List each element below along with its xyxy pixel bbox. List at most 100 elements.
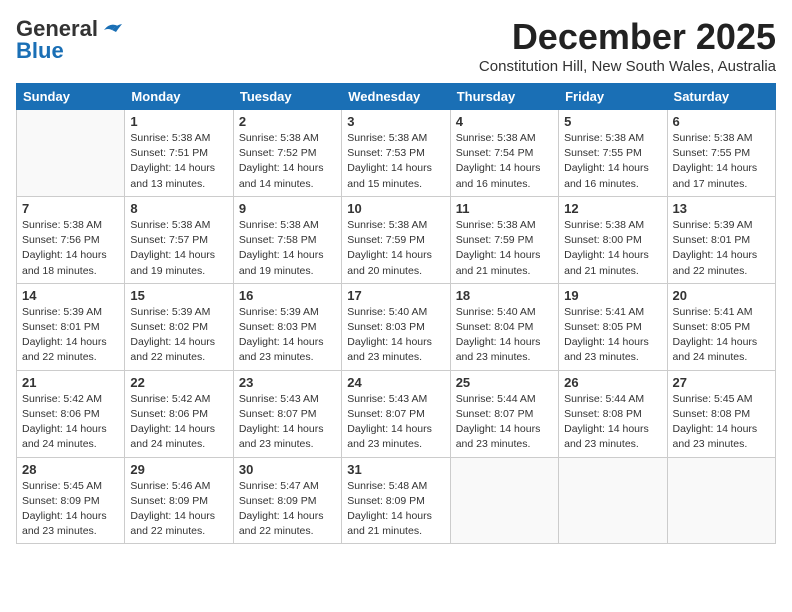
calendar-cell: 31Sunrise: 5:48 AMSunset: 8:09 PMDayligh…	[342, 457, 450, 544]
cell-info: Sunrise: 5:42 AMSunset: 8:06 PMDaylight:…	[22, 392, 119, 453]
cell-info: Sunrise: 5:47 AMSunset: 8:09 PMDaylight:…	[239, 479, 336, 540]
day-number: 9	[239, 201, 336, 216]
logo-bird-icon	[100, 22, 122, 38]
calendar-cell: 17 Sunrise: 5:40 AMSunset: 8:03 PMDayligh…	[342, 283, 450, 370]
day-number: 14	[22, 288, 119, 303]
cell-info: Sunrise: 5:41 AMSunset: 8:05 PMDaylight:…	[564, 305, 661, 366]
day-number: 15	[130, 288, 227, 303]
cell-info: Sunrise: 5:41 AMSunset: 8:05 PMDaylight:…	[673, 305, 770, 366]
day-number: 20	[673, 288, 770, 303]
calendar-cell: 19 Sunrise: 5:41 AMSunset: 8:05 PMDayligh…	[559, 283, 667, 370]
logo: General Blue	[16, 16, 122, 64]
calendar-cell: 24 Sunrise: 5:43 AMSunset: 8:07 PMDayligh…	[342, 370, 450, 457]
calendar-cell: 10 Sunrise: 5:38 AMSunset: 7:59 PMDayligh…	[342, 196, 450, 283]
day-number: 24	[347, 375, 444, 390]
logo-blue-text: Blue	[16, 38, 64, 64]
calendar-week-row: 28 Sunrise: 5:45 AMSunset: 8:09 PMDayligh…	[17, 457, 776, 544]
cell-info: Sunrise: 5:38 AMSunset: 7:55 PMDaylight:…	[673, 131, 770, 192]
calendar-cell: 16 Sunrise: 5:39 AMSunset: 8:03 PMDayligh…	[233, 283, 341, 370]
cell-info: Sunrise: 5:44 AMSunset: 8:08 PMDaylight:…	[564, 392, 661, 453]
day-number: 10	[347, 201, 444, 216]
month-title: December 2025	[479, 16, 776, 58]
day-number: 19	[564, 288, 661, 303]
calendar-cell: 5 Sunrise: 5:38 AMSunset: 7:55 PMDaylight…	[559, 110, 667, 197]
calendar-cell: 27Sunrise: 5:45 AMSunset: 8:08 PMDayligh…	[667, 370, 775, 457]
calendar-cell: 22 Sunrise: 5:42 AMSunset: 8:06 PMDayligh…	[125, 370, 233, 457]
title-block: December 2025 Constitution Hill, New Sou…	[479, 16, 776, 75]
calendar-cell: 13 Sunrise: 5:39 AMSunset: 8:01 PMDayligh…	[667, 196, 775, 283]
calendar-cell: 28 Sunrise: 5:45 AMSunset: 8:09 PMDayligh…	[17, 457, 125, 544]
calendar-cell: 25 Sunrise: 5:44 AMSunset: 8:07 PMDayligh…	[450, 370, 558, 457]
cell-info: Sunrise: 5:42 AMSunset: 8:06 PMDaylight:…	[130, 392, 227, 453]
calendar-week-row: 1Sunrise: 5:38 AMSunset: 7:51 PMDaylight…	[17, 110, 776, 197]
calendar-cell	[450, 457, 558, 544]
day-number: 8	[130, 201, 227, 216]
calendar-cell: 11Sunrise: 5:38 AMSunset: 7:59 PMDayligh…	[450, 196, 558, 283]
cell-info: Sunrise: 5:39 AMSunset: 8:01 PMDaylight:…	[22, 305, 119, 366]
calendar-cell: 15 Sunrise: 5:39 AMSunset: 8:02 PMDayligh…	[125, 283, 233, 370]
day-number: 17	[347, 288, 444, 303]
day-number: 16	[239, 288, 336, 303]
cell-info: Sunrise: 5:40 AMSunset: 8:03 PMDaylight:…	[347, 305, 444, 366]
calendar-cell	[559, 457, 667, 544]
location-text: Constitution Hill, New South Wales, Aust…	[479, 58, 776, 75]
day-number: 22	[130, 375, 227, 390]
page-header: General Blue December 2025 Constitution …	[16, 16, 776, 75]
calendar-week-row: 21 Sunrise: 5:42 AMSunset: 8:06 PMDayligh…	[17, 370, 776, 457]
calendar-cell: 18Sunrise: 5:40 AMSunset: 8:04 PMDayligh…	[450, 283, 558, 370]
day-number: 4	[456, 114, 553, 129]
calendar-table: SundayMondayTuesdayWednesdayThursdayFrid…	[16, 83, 776, 544]
cell-info: Sunrise: 5:44 AMSunset: 8:07 PMDaylight:…	[456, 392, 553, 453]
cell-info: Sunrise: 5:43 AMSunset: 8:07 PMDaylight:…	[347, 392, 444, 453]
calendar-cell: 20 Sunrise: 5:41 AMSunset: 8:05 PMDayligh…	[667, 283, 775, 370]
calendar-cell: 7 Sunrise: 5:38 AMSunset: 7:56 PMDaylight…	[17, 196, 125, 283]
calendar-cell: 21 Sunrise: 5:42 AMSunset: 8:06 PMDayligh…	[17, 370, 125, 457]
cell-info: Sunrise: 5:38 AMSunset: 7:56 PMDaylight:…	[22, 218, 119, 279]
day-number: 13	[673, 201, 770, 216]
calendar-week-row: 7 Sunrise: 5:38 AMSunset: 7:56 PMDaylight…	[17, 196, 776, 283]
header-day-friday: Friday	[559, 84, 667, 110]
cell-info: Sunrise: 5:45 AMSunset: 8:08 PMDaylight:…	[673, 392, 770, 453]
cell-info: Sunrise: 5:39 AMSunset: 8:01 PMDaylight:…	[673, 218, 770, 279]
calendar-cell: 4Sunrise: 5:38 AMSunset: 7:54 PMDaylight…	[450, 110, 558, 197]
header-day-thursday: Thursday	[450, 84, 558, 110]
day-number: 21	[22, 375, 119, 390]
day-number: 3	[347, 114, 444, 129]
cell-info: Sunrise: 5:38 AMSunset: 7:55 PMDaylight:…	[564, 131, 661, 192]
cell-info: Sunrise: 5:39 AMSunset: 8:03 PMDaylight:…	[239, 305, 336, 366]
day-number: 28	[22, 462, 119, 477]
cell-info: Sunrise: 5:46 AMSunset: 8:09 PMDaylight:…	[130, 479, 227, 540]
header-day-saturday: Saturday	[667, 84, 775, 110]
calendar-cell: 2 Sunrise: 5:38 AMSunset: 7:52 PMDaylight…	[233, 110, 341, 197]
header-day-wednesday: Wednesday	[342, 84, 450, 110]
header-day-tuesday: Tuesday	[233, 84, 341, 110]
calendar-cell: 3 Sunrise: 5:38 AMSunset: 7:53 PMDaylight…	[342, 110, 450, 197]
calendar-cell: 30 Sunrise: 5:47 AMSunset: 8:09 PMDayligh…	[233, 457, 341, 544]
calendar-cell: 9 Sunrise: 5:38 AMSunset: 7:58 PMDaylight…	[233, 196, 341, 283]
calendar-cell: 6 Sunrise: 5:38 AMSunset: 7:55 PMDaylight…	[667, 110, 775, 197]
day-number: 5	[564, 114, 661, 129]
day-number: 1	[130, 114, 227, 129]
day-number: 25	[456, 375, 553, 390]
day-number: 11	[456, 201, 553, 216]
day-number: 30	[239, 462, 336, 477]
cell-info: Sunrise: 5:38 AMSunset: 7:58 PMDaylight:…	[239, 218, 336, 279]
cell-info: Sunrise: 5:38 AMSunset: 7:57 PMDaylight:…	[130, 218, 227, 279]
day-number: 6	[673, 114, 770, 129]
day-number: 23	[239, 375, 336, 390]
day-number: 2	[239, 114, 336, 129]
cell-info: Sunrise: 5:38 AMSunset: 7:53 PMDaylight:…	[347, 131, 444, 192]
cell-info: Sunrise: 5:38 AMSunset: 7:52 PMDaylight:…	[239, 131, 336, 192]
cell-info: Sunrise: 5:45 AMSunset: 8:09 PMDaylight:…	[22, 479, 119, 540]
day-number: 7	[22, 201, 119, 216]
cell-info: Sunrise: 5:39 AMSunset: 8:02 PMDaylight:…	[130, 305, 227, 366]
cell-info: Sunrise: 5:48 AMSunset: 8:09 PMDaylight:…	[347, 479, 444, 540]
calendar-cell: 8 Sunrise: 5:38 AMSunset: 7:57 PMDaylight…	[125, 196, 233, 283]
calendar-cell: 29 Sunrise: 5:46 AMSunset: 8:09 PMDayligh…	[125, 457, 233, 544]
cell-info: Sunrise: 5:38 AMSunset: 7:59 PMDaylight:…	[347, 218, 444, 279]
calendar-week-row: 14 Sunrise: 5:39 AMSunset: 8:01 PMDayligh…	[17, 283, 776, 370]
calendar-cell: 12Sunrise: 5:38 AMSunset: 8:00 PMDayligh…	[559, 196, 667, 283]
calendar-cell: 23Sunrise: 5:43 AMSunset: 8:07 PMDayligh…	[233, 370, 341, 457]
day-number: 29	[130, 462, 227, 477]
header-day-monday: Monday	[125, 84, 233, 110]
